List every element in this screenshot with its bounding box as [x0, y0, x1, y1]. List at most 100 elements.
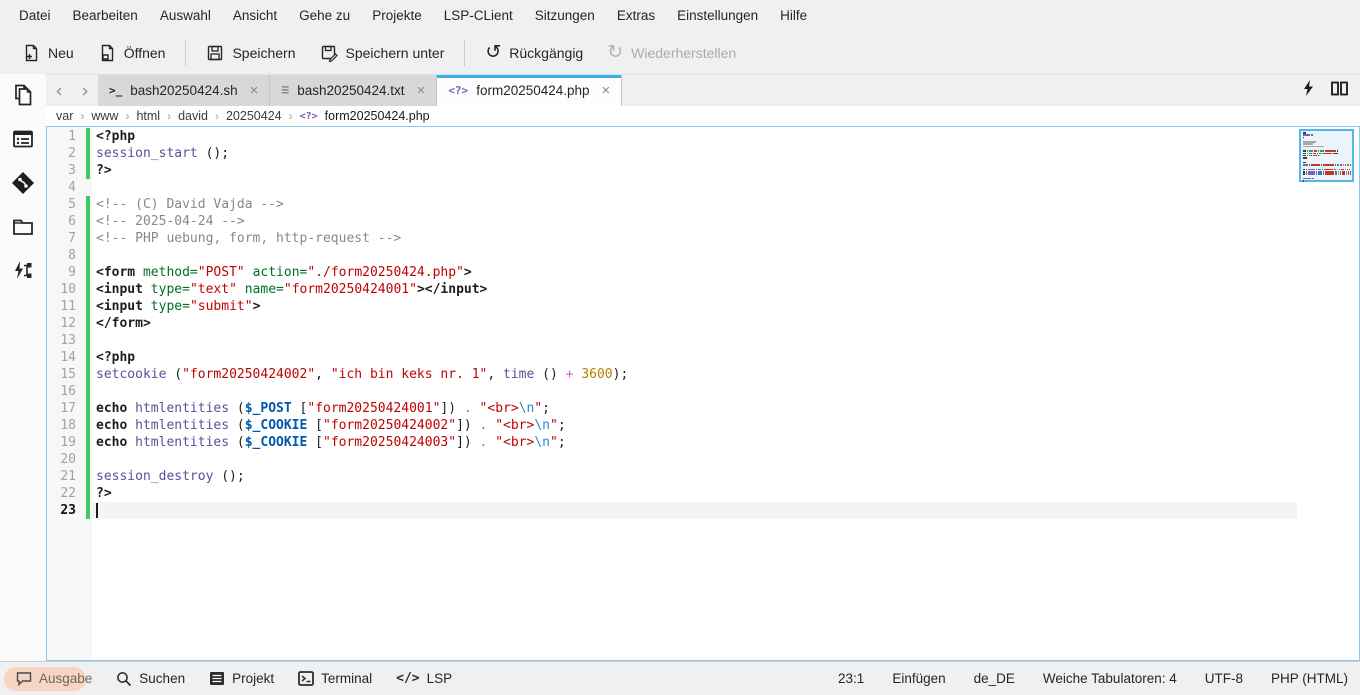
gutter-line[interactable]: 3 — [47, 162, 92, 179]
code-line-23[interactable] — [92, 502, 1297, 519]
menu-auswahl[interactable]: Auswahl — [149, 0, 222, 31]
quick-open-button[interactable] — [1302, 80, 1315, 101]
undo-button[interactable]: ↺ Rückgängig — [473, 36, 595, 70]
gutter-line[interactable]: 13 — [47, 332, 92, 349]
breadcrumb-file[interactable]: form20250424.php — [325, 109, 430, 123]
tab-form20250424-php[interactable]: <?> form20250424.php × — [437, 75, 622, 106]
output-tool-button[interactable]: Ausgabe — [6, 666, 102, 692]
tab-forward-button[interactable]: › — [72, 75, 98, 106]
gutter-line[interactable]: 8 — [47, 247, 92, 264]
menu-sitzungen[interactable]: Sitzungen — [524, 0, 606, 31]
code-line-10[interactable]: <input type="text" name="form20250424001… — [92, 281, 1297, 298]
menu-datei[interactable]: Datei — [8, 0, 62, 31]
breadcrumb-item[interactable]: html — [136, 109, 160, 123]
folder-icon — [12, 216, 34, 243]
gutter-line[interactable]: 17 — [47, 400, 92, 417]
tab-close-icon[interactable]: × — [602, 83, 611, 98]
code-line-13[interactable] — [92, 332, 1297, 349]
split-view-button[interactable] — [1331, 81, 1348, 101]
code-line-12[interactable]: </form> — [92, 315, 1297, 332]
tab-bash20250424-sh[interactable]: >_ bash20250424.sh × — [98, 75, 270, 106]
outline-tool-button[interactable] — [0, 119, 46, 163]
code-line-19[interactable]: echo htmlentities ($_COOKIE ["form202504… — [92, 434, 1297, 451]
gutter-line[interactable]: 6 — [47, 213, 92, 230]
menu-bearbeiten[interactable]: Bearbeiten — [62, 0, 149, 31]
gutter-line[interactable]: 10 — [47, 281, 92, 298]
status-highlight-mode[interactable]: PHP (HTML) — [1271, 671, 1348, 686]
code-line-22[interactable]: ?> — [92, 485, 1297, 502]
project-tool-button[interactable]: Projekt — [199, 666, 284, 692]
gutter-line[interactable]: 21 — [47, 468, 92, 485]
menu-hilfe[interactable]: Hilfe — [769, 0, 818, 31]
menu-gehe-zu[interactable]: Gehe zu — [288, 0, 361, 31]
gutter-line[interactable]: 4 — [47, 179, 92, 196]
code-area[interactable]: <?phpsession_start ();?><!-- (C) David V… — [92, 127, 1297, 660]
save-as-button[interactable]: Speichern unter — [308, 36, 457, 70]
code-line-2[interactable]: session_start (); — [92, 145, 1297, 162]
code-line-6[interactable]: <!-- 2025-04-24 --> — [92, 213, 1297, 230]
gutter-line[interactable]: 9 — [47, 264, 92, 281]
gutter-line[interactable]: 20 — [47, 451, 92, 468]
breadcrumb-item[interactable]: david — [178, 109, 208, 123]
gutter-line[interactable]: 14 — [47, 349, 92, 366]
gutter-line[interactable]: 7 — [47, 230, 92, 247]
line-number-gutter[interactable]: 1234567891011121314151617181920212223 — [47, 127, 92, 660]
status-encoding[interactable]: UTF-8 — [1205, 671, 1243, 686]
status-input-mode[interactable]: Einfügen — [892, 671, 945, 686]
code-line-18[interactable]: echo htmlentities ($_COOKIE ["form202504… — [92, 417, 1297, 434]
open-button[interactable]: Öffnen — [86, 36, 178, 70]
menu-einstellungen[interactable]: Einstellungen — [666, 0, 769, 31]
code-line-15[interactable]: setcookie ("form20250424002", "ich bin k… — [92, 366, 1297, 383]
gutter-line[interactable]: 11 — [47, 298, 92, 315]
status-tab-mode[interactable]: Weiche Tabulatoren: 4 — [1043, 671, 1177, 686]
new-button[interactable]: Neu — [10, 36, 86, 70]
gutter-line[interactable]: 16 — [47, 383, 92, 400]
git-tool-button[interactable] — [0, 163, 46, 207]
gutter-line[interactable]: 1 — [47, 128, 92, 145]
git-icon — [11, 171, 35, 200]
menu-extras[interactable]: Extras — [606, 0, 666, 31]
code-line-11[interactable]: <input type="submit"> — [92, 298, 1297, 315]
terminal-tool-button[interactable]: Terminal — [288, 666, 382, 692]
tab-close-icon[interactable]: × — [417, 83, 426, 98]
gutter-line[interactable]: 15 — [47, 366, 92, 383]
gutter-line[interactable]: 19 — [47, 434, 92, 451]
documents-tool-button[interactable] — [0, 75, 46, 119]
save-button[interactable]: Speichern — [194, 36, 307, 70]
menu-lsp-client[interactable]: LSP-CLient — [433, 0, 524, 31]
tab-bash20250424-txt[interactable]: ≡ bash20250424.txt × — [270, 75, 437, 106]
breadcrumb-item[interactable]: var — [56, 109, 73, 123]
code-line-9[interactable]: <form method="POST" action="./form202504… — [92, 264, 1297, 281]
filesystem-tool-button[interactable] — [0, 207, 46, 251]
code-line-17[interactable]: echo htmlentities ($_POST ["form20250424… — [92, 400, 1297, 417]
code-line-8[interactable] — [92, 247, 1297, 264]
gutter-line[interactable]: 23 — [47, 502, 92, 519]
menu-ansicht[interactable]: Ansicht — [222, 0, 288, 31]
code-line-16[interactable] — [92, 383, 1297, 400]
gutter-line[interactable]: 2 — [47, 145, 92, 162]
code-line-21[interactable]: session_destroy (); — [92, 468, 1297, 485]
minimap[interactable] — [1297, 127, 1359, 660]
search-tool-button[interactable]: Suchen — [106, 666, 195, 692]
tab-back-button[interactable]: ‹ — [46, 75, 72, 106]
gutter-line[interactable]: 18 — [47, 417, 92, 434]
status-dictionary[interactable]: de_DE — [974, 671, 1015, 686]
breadcrumb-item[interactable]: www — [91, 109, 118, 123]
status-cursor-position[interactable]: 23:1 — [838, 671, 864, 686]
code-line-3[interactable]: ?> — [92, 162, 1297, 179]
breadcrumb-item[interactable]: 20250424 — [226, 109, 282, 123]
tab-close-icon[interactable]: × — [250, 83, 259, 98]
code-line-1[interactable]: <?php — [92, 128, 1297, 145]
code-line-4[interactable] — [92, 179, 1297, 196]
code-line-14[interactable]: <?php — [92, 349, 1297, 366]
external-tools-tool-button[interactable] — [0, 251, 46, 295]
redo-icon: ↻ — [607, 43, 623, 62]
lsp-tool-button[interactable]: </> LSP — [386, 666, 462, 692]
code-line-7[interactable]: <!-- PHP uebung, form, http-request --> — [92, 230, 1297, 247]
code-line-20[interactable] — [92, 451, 1297, 468]
gutter-line[interactable]: 5 — [47, 196, 92, 213]
gutter-line[interactable]: 22 — [47, 485, 92, 502]
code-line-5[interactable]: <!-- (C) David Vajda --> — [92, 196, 1297, 213]
gutter-line[interactable]: 12 — [47, 315, 92, 332]
menu-projekte[interactable]: Projekte — [361, 0, 433, 31]
